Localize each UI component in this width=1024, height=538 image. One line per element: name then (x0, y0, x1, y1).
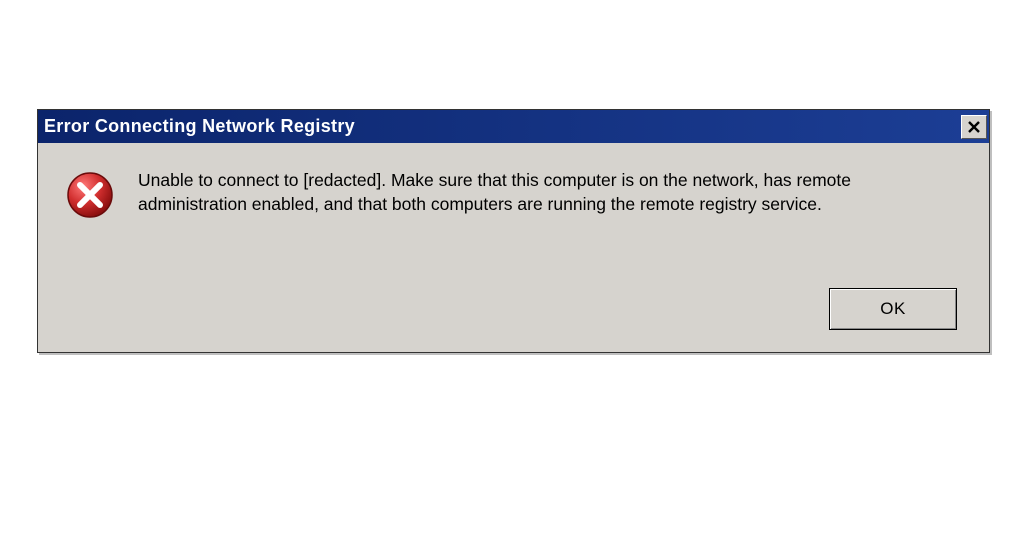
button-row: OK (66, 288, 961, 340)
close-button[interactable] (961, 115, 987, 139)
error-dialog: Error Connecting Network Registry (37, 109, 990, 353)
dialog-title: Error Connecting Network Registry (44, 116, 355, 137)
dialog-content: Unable to connect to [redacted]. Make su… (38, 143, 989, 352)
close-icon (967, 120, 981, 134)
ok-button[interactable]: OK (829, 288, 957, 330)
message-row: Unable to connect to [redacted]. Make su… (66, 169, 961, 219)
titlebar: Error Connecting Network Registry (38, 110, 989, 143)
error-message: Unable to connect to [redacted]. Make su… (138, 169, 958, 216)
error-icon (66, 171, 114, 219)
